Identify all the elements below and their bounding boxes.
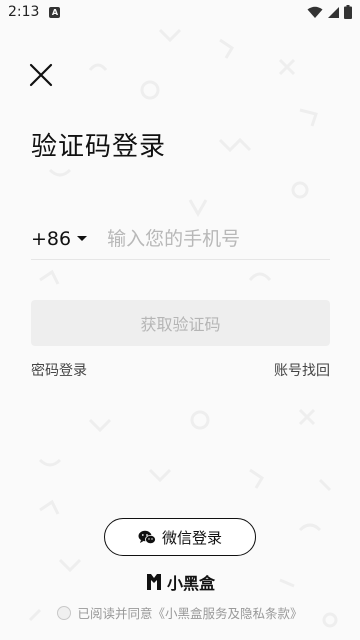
- cell-signal-icon: [328, 6, 339, 18]
- agreement-row: 已阅读并同意《小黑盒服务及隐私条款》: [0, 603, 360, 622]
- brand-footer: 小黑盒: [0, 570, 360, 594]
- page-title: 验证码登录: [31, 132, 167, 162]
- brand-name: 小黑盒: [166, 574, 215, 593]
- caret-down-icon: [77, 236, 88, 241]
- a-notification-icon: A: [49, 6, 61, 18]
- wifi-icon: [307, 6, 323, 18]
- status-bar: 2:13 A: [0, 0, 360, 24]
- close-icon: [29, 63, 53, 87]
- get-code-button[interactable]: 获取验证码: [31, 300, 330, 346]
- xiaoheihe-logo-icon: [146, 574, 161, 590]
- account-recovery-link[interactable]: 账号找回: [274, 360, 330, 380]
- phone-input-row: +86: [31, 218, 330, 260]
- country-code-selector[interactable]: +86: [31, 227, 88, 250]
- wechat-icon: [138, 530, 156, 544]
- battery-icon: [344, 5, 352, 19]
- country-code-label: +86: [31, 227, 72, 250]
- agreement-checkbox[interactable]: [57, 605, 72, 620]
- status-time: 2:13: [8, 4, 40, 20]
- wechat-login-label: 微信登录: [161, 528, 222, 547]
- agreement-text[interactable]: 已阅读并同意《小黑盒服务及隐私条款》: [77, 603, 302, 622]
- password-login-link[interactable]: 密码登录: [31, 360, 87, 380]
- get-code-label: 获取验证码: [140, 315, 221, 334]
- close-button[interactable]: [28, 62, 54, 88]
- phone-input[interactable]: [107, 227, 328, 250]
- status-icons: [307, 5, 352, 19]
- wechat-login-button[interactable]: 微信登录: [104, 518, 256, 556]
